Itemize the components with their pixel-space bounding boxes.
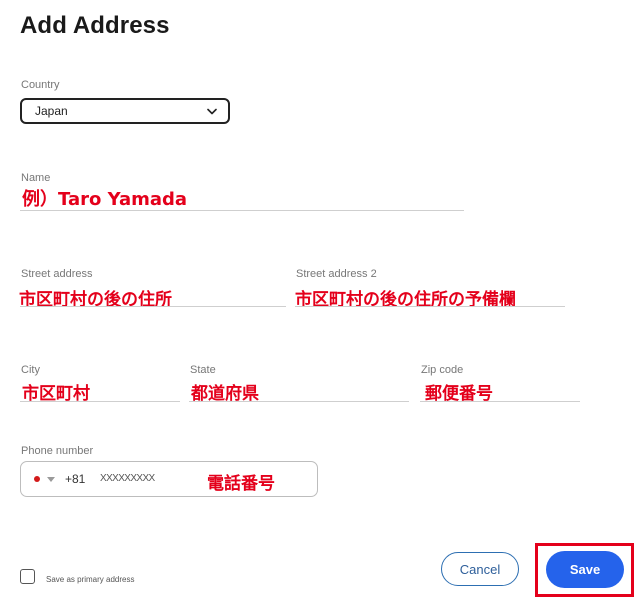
street-address-2-label: Street address 2 — [296, 268, 377, 280]
phone-placeholder: XXXXXXXXX — [100, 473, 155, 484]
phone-number-field[interactable]: +81 XXXXXXXXX 電話番号 — [20, 461, 318, 497]
name-input[interactable] — [20, 210, 464, 211]
page-title: Add Address — [20, 12, 170, 39]
street-address-2-input[interactable] — [295, 306, 565, 307]
country-select-value: Japan — [35, 104, 68, 118]
primary-address-label: Save as primary address — [46, 575, 135, 584]
zip-code-label: Zip code — [421, 364, 464, 376]
phone-annotation: 電話番号 — [207, 474, 275, 494]
country-label: Country — [21, 79, 60, 91]
primary-address-checkbox[interactable] — [20, 569, 35, 584]
chevron-down-icon — [206, 105, 218, 117]
city-label: City — [21, 364, 40, 376]
street-address-input[interactable] — [20, 306, 286, 307]
cancel-button[interactable]: Cancel — [441, 552, 519, 586]
name-annotation: 例）Taro Yamada — [22, 189, 188, 210]
city-input[interactable] — [20, 401, 180, 402]
country-select[interactable]: Japan — [20, 98, 230, 124]
country-code: +81 — [65, 472, 86, 486]
country-code-dropdown-icon[interactable] — [47, 477, 55, 482]
zip-code-input[interactable] — [420, 401, 580, 402]
state-label: State — [190, 364, 216, 376]
name-label: Name — [21, 172, 51, 184]
street-address-label: Street address — [21, 268, 93, 280]
phone-number-label: Phone number — [21, 445, 94, 457]
save-button[interactable]: Save — [546, 551, 624, 588]
japan-flag-icon — [34, 476, 40, 482]
state-input[interactable] — [189, 401, 409, 402]
